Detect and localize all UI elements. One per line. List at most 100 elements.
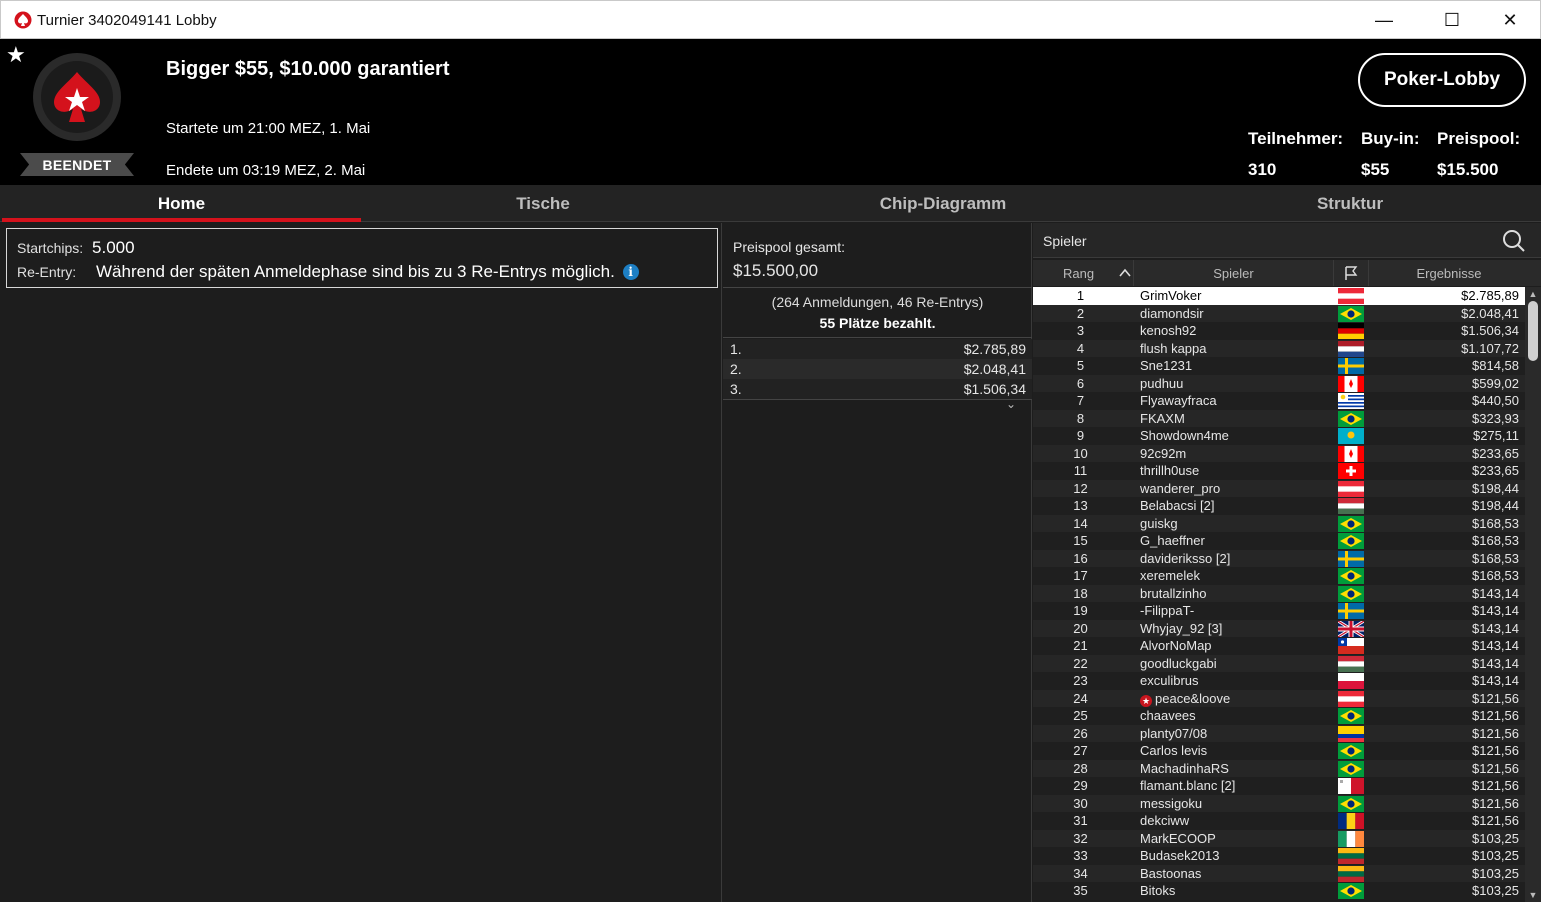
table-row[interactable]: 27 Carlos levis $121,56 xyxy=(1033,742,1525,760)
table-row[interactable]: 9 Showdown4me $275,11 xyxy=(1033,427,1525,445)
player-name-text: thrillh0use xyxy=(1140,463,1200,478)
table-row[interactable]: 22 goodluckgabi $143,14 xyxy=(1033,654,1525,672)
tab-tables[interactable]: Tische xyxy=(363,185,723,222)
player-name: GrimVoker xyxy=(1140,288,1201,303)
table-row[interactable]: 23 exculibrus $143,14 xyxy=(1033,672,1525,690)
table-row[interactable]: 30 messigoku $121,56 xyxy=(1033,794,1525,812)
table-row[interactable]: 25 chaavees $121,56 xyxy=(1033,707,1525,725)
table-row[interactable]: 35 Bitoks $103,25 xyxy=(1033,882,1525,900)
table-row[interactable]: 21 AlvorNoMap $143,14 xyxy=(1033,637,1525,655)
table-row[interactable]: 26 planty07/08 $121,56 xyxy=(1033,724,1525,742)
table-row[interactable]: 20 Whyjay_92 [3] $143,14 xyxy=(1033,619,1525,637)
payout-row: 3. $1.506,34 xyxy=(723,379,1032,399)
player-search-input[interactable]: Spieler xyxy=(1033,223,1541,258)
player-result: $168,53 xyxy=(1472,515,1519,531)
window-titlebar: Turnier 3402049141 Lobby — ☐ ✕ xyxy=(0,0,1541,39)
table-row[interactable]: 8 FKAXM $323,93 xyxy=(1033,409,1525,427)
canada-flag-icon xyxy=(1338,375,1364,392)
table-row[interactable]: 2 diamondsir $2.048,41 xyxy=(1033,304,1525,322)
scroll-thumb[interactable] xyxy=(1528,301,1538,361)
table-row[interactable]: 15 G_haeffner $168,53 xyxy=(1033,532,1525,550)
players-scrollbar[interactable]: ▲ ▼ xyxy=(1525,287,1541,902)
player-name: Budasek2013 xyxy=(1140,848,1220,863)
table-row[interactable]: 11 thrillh0use $233,65 xyxy=(1033,462,1525,480)
column-result[interactable]: Ergebnisse xyxy=(1369,260,1529,286)
column-player[interactable]: Spieler xyxy=(1134,260,1334,286)
player-rank: 14 xyxy=(1073,515,1088,531)
player-name: wanderer_pro xyxy=(1140,481,1220,496)
brazil-flag-icon xyxy=(1338,708,1364,724)
sweden-flag-icon xyxy=(1338,358,1364,374)
tournament-header: ★ BEENDET Bigger $55, $10.000 garantiert… xyxy=(0,39,1541,185)
player-rank: 21 xyxy=(1073,638,1088,653)
table-row[interactable]: 12 wanderer_pro $198,44 xyxy=(1033,479,1525,497)
sort-ascending-icon[interactable] xyxy=(1118,266,1132,280)
pokerstars-app-icon xyxy=(14,11,32,29)
player-name-text: peace&loove xyxy=(1155,690,1231,706)
table-row[interactable]: 4 flush kappa $1.107,72 xyxy=(1033,339,1525,357)
table-row[interactable]: 1 GrimVoker $2.785,89 xyxy=(1033,287,1525,305)
flag-icon xyxy=(1345,266,1358,280)
close-button[interactable]: ✕ xyxy=(1487,1,1533,39)
player-result: $121,56 xyxy=(1472,778,1519,793)
tab-chip-chart[interactable]: Chip-Diagramm xyxy=(763,185,1123,222)
scroll-up-arrow-icon[interactable]: ▲ xyxy=(1525,287,1541,301)
table-row[interactable]: 29 flamant.blanc [2] $121,56 xyxy=(1033,777,1525,795)
divider xyxy=(723,399,1032,400)
window-title: Turnier 3402049141 Lobby xyxy=(37,12,217,29)
search-icon[interactable] xyxy=(1502,229,1526,253)
player-result: $103,25 xyxy=(1472,865,1519,881)
prizepool-label: Preispool: xyxy=(1437,129,1521,148)
table-row[interactable]: 32 MarkECOOP $103,25 xyxy=(1033,829,1525,847)
player-name-text: 92c92m xyxy=(1140,445,1187,461)
table-row[interactable]: 19 -FilippaT- $143,14 xyxy=(1033,602,1525,620)
player-result: $168,53 xyxy=(1472,550,1519,566)
player-result: $121,56 xyxy=(1472,795,1519,811)
player-rank: 1 xyxy=(1076,288,1085,303)
maximize-button[interactable]: ☐ xyxy=(1429,1,1475,39)
table-row[interactable]: 18 brutallzinho $143,14 xyxy=(1033,584,1525,602)
pokerstars-pro-badge-icon: ★ xyxy=(1140,694,1152,707)
table-row[interactable]: 31 dekciww $121,56 xyxy=(1033,812,1525,830)
table-row[interactable]: 5 Sne1231 $814,58 xyxy=(1033,357,1525,375)
start-time: Startete um 21:00 MEZ, 1. Mai xyxy=(166,120,371,137)
column-country[interactable] xyxy=(1334,260,1369,286)
table-row[interactable]: 16 davideriksso [2] $168,53 xyxy=(1033,549,1525,567)
canada-flag-icon xyxy=(1338,445,1364,462)
player-result: $2.785,89 xyxy=(1461,288,1519,303)
scroll-down-arrow-icon[interactable]: ▼ xyxy=(1525,888,1541,902)
player-rank: 8 xyxy=(1076,410,1085,426)
player-name-text: pudhuu xyxy=(1140,375,1184,391)
column-result-label: Ergebnisse xyxy=(1416,265,1482,281)
brazil-flag-icon xyxy=(1338,568,1364,584)
expand-payouts-chevron-down-icon[interactable]: ⌄ xyxy=(1001,397,1021,411)
table-row[interactable]: 6 pudhuu $599,02 xyxy=(1033,374,1525,392)
tab-home[interactable]: Home xyxy=(2,185,361,222)
table-row[interactable]: 3 kenosh92 $1.506,34 xyxy=(1033,322,1525,340)
poker-lobby-button[interactable]: Poker-Lobby xyxy=(1358,53,1526,107)
info-icon[interactable]: i xyxy=(622,264,639,280)
table-row[interactable]: 28 MachadinhaRS $121,56 xyxy=(1033,759,1525,777)
player-name: xeremelek xyxy=(1140,568,1200,583)
table-row[interactable]: 34 Bastoonas $103,25 xyxy=(1033,864,1525,882)
player-name: FKAXM xyxy=(1140,411,1185,426)
table-row[interactable]: 13 Belabacsi [2] $198,44 xyxy=(1033,497,1525,515)
tab-structure[interactable]: Struktur xyxy=(1170,185,1530,222)
player-rank: 29 xyxy=(1073,778,1088,793)
players-table-body: 1 GrimVoker $2.785,89 2 diamondsir $2.048,41 3… xyxy=(1033,287,1525,902)
table-row[interactable]: 17 xeremelek $168,53 xyxy=(1033,567,1525,585)
table-row[interactable]: 24 ★ peace&loove $121,56 xyxy=(1033,689,1525,707)
austria-flag-icon xyxy=(1338,288,1364,304)
table-row[interactable]: 33 Budasek2013 $103,25 xyxy=(1033,847,1525,865)
table-row[interactable]: 10 92c92m $233,65 xyxy=(1033,444,1525,462)
player-name: davideriksso [2] xyxy=(1140,551,1230,566)
table-row[interactable]: 14 guiskg $168,53 xyxy=(1033,514,1525,532)
table-row[interactable]: 7 Flyawayfraca $440,50 xyxy=(1033,392,1525,410)
favorite-star-icon[interactable]: ★ xyxy=(6,42,26,68)
player-result: $168,53 xyxy=(1472,568,1519,583)
player-name-text: AlvorNoMap xyxy=(1140,638,1212,653)
player-result: $121,56 xyxy=(1472,743,1519,758)
column-player-label: Spieler xyxy=(1213,265,1254,281)
player-name: diamondsir xyxy=(1140,306,1204,321)
minimize-button[interactable]: — xyxy=(1361,1,1407,39)
